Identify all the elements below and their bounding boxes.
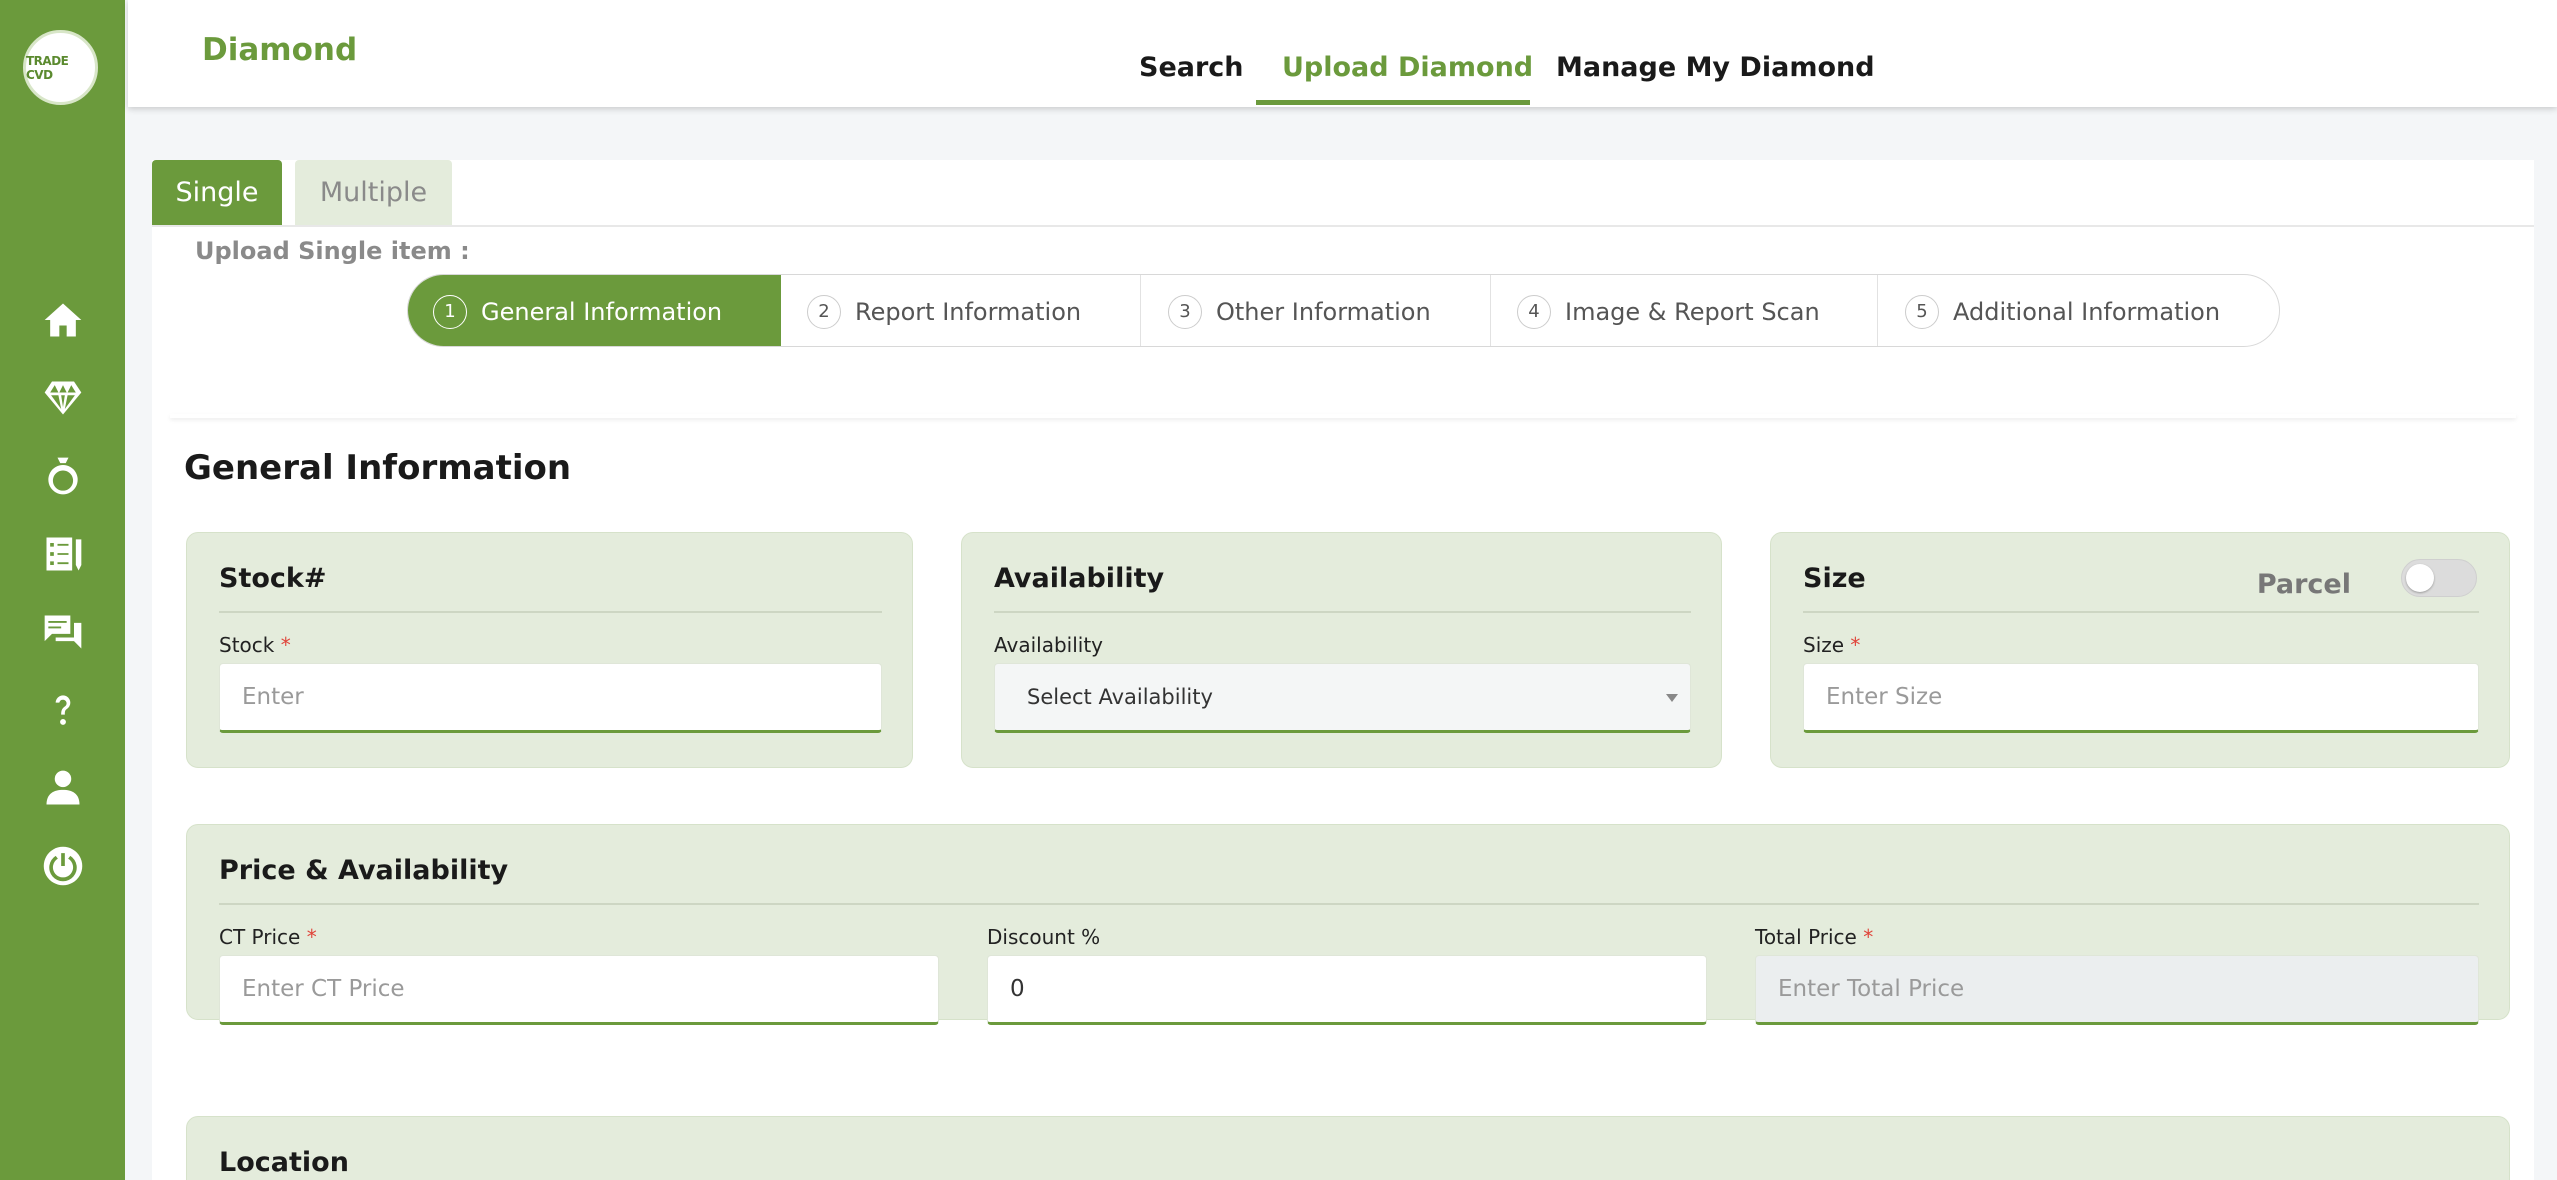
size-panel-title: Size: [1803, 563, 1866, 594]
chevron-down-icon: [1666, 694, 1678, 702]
panel-divider: [219, 611, 882, 613]
step-label: Other Information: [1216, 297, 1431, 326]
size-label-text: Size: [1803, 633, 1845, 657]
brand-title: Diamond: [202, 32, 358, 68]
tab-multiple[interactable]: Multiple: [295, 160, 452, 225]
step-indicator: 1 General Information 2 Report Informati…: [407, 274, 2280, 347]
total-price-input: [1755, 955, 2479, 1025]
nav-active-underline: [1256, 100, 1530, 105]
panel-divider: [994, 611, 1691, 613]
nav-search[interactable]: Search: [1139, 52, 1244, 83]
availability-panel-title: Availability: [994, 563, 1165, 594]
user-icon[interactable]: [0, 758, 125, 818]
step-number: 1: [433, 294, 467, 329]
step-number: 2: [807, 294, 841, 329]
step-image-report-scan[interactable]: 4 Image & Report Scan: [1491, 275, 1878, 346]
size-panel: Size Parcel Size *: [1770, 532, 2510, 768]
stock-label: Stock *: [219, 633, 291, 657]
total-price-label: Total Price *: [1755, 925, 1873, 949]
help-icon[interactable]: [0, 680, 125, 740]
nav-upload-diamond[interactable]: Upload Diamond: [1282, 52, 1533, 83]
sidebar: TRADE CVD: [0, 0, 125, 1180]
logo[interactable]: TRADE CVD: [23, 30, 98, 105]
home-icon[interactable]: [0, 290, 125, 350]
chat-icon[interactable]: [0, 602, 125, 662]
parcel-toggle[interactable]: [2401, 559, 2477, 597]
top-header: Diamond Search Upload Diamond Manage My …: [128, 0, 2557, 107]
availability-label: Availability: [994, 633, 1104, 657]
location-panel-title: Location: [219, 1147, 349, 1178]
stock-panel-title: Stock#: [219, 563, 327, 594]
nav-manage-my-diamond[interactable]: Manage My Diamond: [1556, 52, 1875, 83]
required-marker: *: [1850, 633, 1861, 657]
discount-input[interactable]: [987, 955, 1707, 1025]
section-title: General Information: [184, 448, 572, 488]
toggle-knob: [2406, 564, 2434, 592]
required-marker: *: [280, 633, 291, 657]
power-icon[interactable]: [0, 836, 125, 896]
step-number: 3: [1168, 294, 1202, 329]
step-number: 5: [1905, 294, 1939, 329]
required-marker: *: [306, 925, 317, 949]
step-additional-information[interactable]: 5 Additional Information: [1878, 275, 2278, 346]
stepper-divider: [170, 414, 2516, 418]
total-price-label-text: Total Price: [1755, 925, 1857, 949]
step-number: 4: [1517, 294, 1551, 329]
parcel-label: Parcel: [2256, 569, 2351, 600]
discount-label: Discount %: [987, 925, 1101, 949]
required-marker: *: [1863, 925, 1874, 949]
step-label: Image & Report Scan: [1565, 297, 1820, 326]
upload-card: Single Multiple Upload Single item : 1 G…: [152, 160, 2534, 1180]
size-label: Size *: [1803, 633, 1860, 657]
panel-divider: [1803, 611, 2479, 613]
diamond-icon[interactable]: [0, 368, 125, 428]
location-panel: Location: [186, 1116, 2510, 1180]
ct-price-input[interactable]: [219, 955, 939, 1025]
price-panel-title: Price & Availability: [219, 855, 509, 886]
stock-label-text: Stock: [219, 633, 275, 657]
tab-single[interactable]: Single: [152, 160, 282, 225]
step-label: General Information: [481, 297, 723, 326]
availability-select[interactable]: Select Availability: [994, 663, 1691, 733]
availability-panel: Availability Availability Select Availab…: [961, 532, 1722, 768]
logo-text: TRADE CVD: [26, 53, 69, 82]
step-general-information[interactable]: 1 General Information: [408, 275, 781, 346]
step-other-information[interactable]: 3 Other Information: [1141, 275, 1491, 346]
ct-price-label-text: CT Price: [219, 925, 301, 949]
step-report-information[interactable]: 2 Report Information: [781, 275, 1141, 346]
upload-single-label: Upload Single item :: [195, 237, 470, 265]
availability-selected-value: Select Availability: [1027, 685, 1213, 709]
price-availability-panel: Price & Availability CT Price * Discount…: [186, 824, 2510, 1025]
panel-divider: [219, 903, 2479, 905]
step-label: Additional Information: [1953, 297, 2221, 326]
tab-divider: [152, 225, 2534, 227]
ring-icon[interactable]: [0, 446, 125, 506]
ct-price-label: CT Price *: [219, 925, 317, 949]
checklist-icon[interactable]: [0, 524, 125, 584]
stock-input[interactable]: [219, 663, 882, 733]
stock-panel: Stock# Stock *: [186, 532, 913, 768]
size-input[interactable]: [1803, 663, 2479, 733]
step-label: Report Information: [855, 297, 1082, 326]
